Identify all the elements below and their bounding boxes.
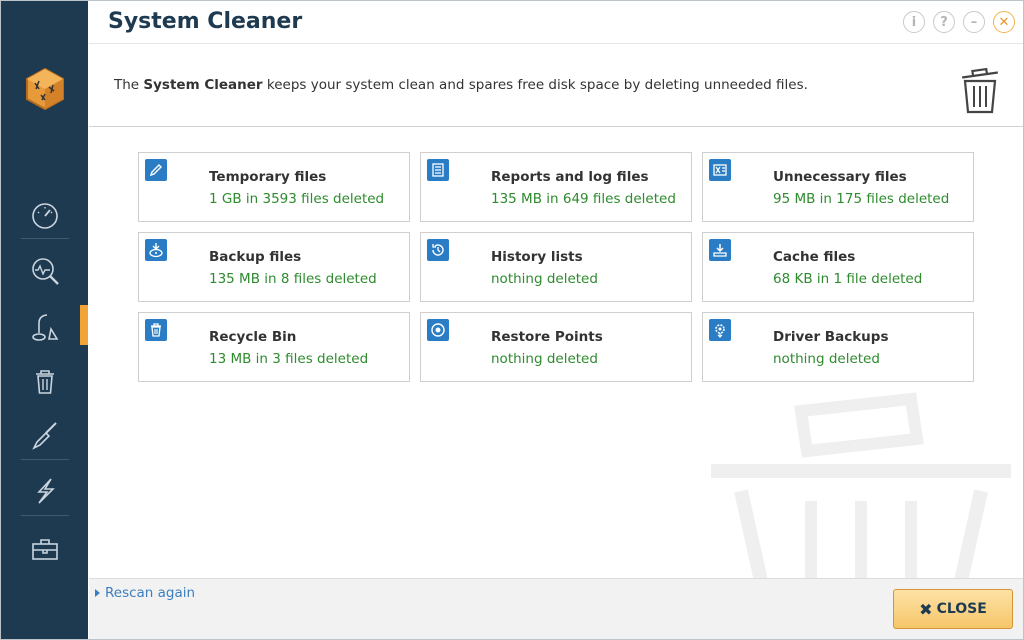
close-x-icon: ✖ bbox=[919, 599, 933, 619]
app-window: System Cleaner i ? – ✕ The System Cleane… bbox=[0, 0, 1024, 640]
excel-file-icon bbox=[709, 159, 731, 181]
sidebar-item-toolbox[interactable] bbox=[1, 523, 88, 575]
header-divider bbox=[89, 43, 1023, 44]
tile-status: nothing deleted bbox=[773, 351, 880, 367]
chevron-right-icon bbox=[95, 589, 100, 597]
analyze-icon bbox=[31, 258, 59, 285]
tile-recycle-bin[interactable]: Recycle Bin 13 MB in 3 files deleted bbox=[138, 312, 410, 382]
tile-status: 1 GB in 3593 files deleted bbox=[209, 191, 385, 207]
dashboard-icon bbox=[31, 203, 58, 229]
page-description: The System Cleaner keeps your system cle… bbox=[114, 77, 808, 93]
app-logo-icon bbox=[26, 67, 64, 111]
help-icon[interactable]: ? bbox=[933, 11, 955, 33]
rescan-link[interactable]: Rescan again bbox=[95, 585, 195, 601]
trash-header-icon bbox=[962, 67, 998, 114]
description-suffix: keeps your system clean and spares free … bbox=[262, 77, 808, 93]
tile-restore-points[interactable]: Restore Points nothing deleted bbox=[420, 312, 692, 382]
tile-unnecessary-files[interactable]: Unnecessary files 95 MB in 175 files del… bbox=[702, 152, 974, 222]
sidebar-item-tools[interactable] bbox=[1, 409, 88, 461]
tile-title: Unnecessary files bbox=[773, 169, 907, 185]
tile-status: nothing deleted bbox=[491, 351, 598, 367]
close-icon[interactable]: ✕ bbox=[993, 11, 1015, 33]
recycle-bin-icon bbox=[145, 319, 167, 341]
title-controls: i ? – ✕ bbox=[903, 11, 1015, 33]
description-divider bbox=[89, 126, 1023, 127]
sidebar-item-cleaner[interactable] bbox=[1, 301, 88, 353]
tile-status: nothing deleted bbox=[491, 271, 598, 287]
sidebar-item-analyze[interactable] bbox=[1, 245, 88, 297]
tile-cache-files[interactable]: Cache files 68 KB in 1 file deleted bbox=[702, 232, 974, 302]
tile-status: 135 MB in 649 files deleted bbox=[491, 191, 676, 207]
info-icon[interactable]: i bbox=[903, 11, 925, 33]
tile-status: 68 KB in 1 file deleted bbox=[773, 271, 923, 287]
sidebar-item-performance[interactable] bbox=[1, 465, 88, 517]
close-button[interactable]: ✖ CLOSE bbox=[893, 589, 1013, 629]
screwdriver-icon bbox=[31, 422, 57, 450]
footer bbox=[89, 578, 1023, 639]
tile-title: Backup files bbox=[209, 249, 302, 265]
vacuum-cleaner-icon bbox=[31, 314, 58, 341]
tile-title: Cache files bbox=[773, 249, 856, 265]
pencil-icon bbox=[145, 159, 167, 181]
tile-status: 135 MB in 8 files deleted bbox=[209, 271, 377, 287]
download-icon bbox=[709, 239, 731, 261]
close-button-label: CLOSE bbox=[936, 601, 987, 617]
document-icon bbox=[427, 159, 449, 181]
tile-title: Reports and log files bbox=[491, 169, 649, 185]
description-prefix: The bbox=[114, 77, 144, 93]
trash-watermark-icon bbox=[711, 392, 1011, 581]
tile-title: Restore Points bbox=[491, 329, 603, 345]
disk-download-icon bbox=[145, 239, 167, 261]
rescan-label: Rescan again bbox=[105, 585, 196, 601]
sidebar bbox=[1, 1, 88, 639]
gear-download-icon bbox=[709, 319, 731, 341]
tile-temporary-files[interactable]: Temporary files 1 GB in 3593 files delet… bbox=[138, 152, 410, 222]
tile-backup-files[interactable]: Backup files 135 MB in 8 files deleted bbox=[138, 232, 410, 302]
tile-title: Driver Backups bbox=[773, 329, 889, 345]
toolbox-icon bbox=[31, 539, 58, 560]
tile-history-lists[interactable]: History lists nothing deleted bbox=[420, 232, 692, 302]
minimize-icon[interactable]: – bbox=[963, 11, 985, 33]
tile-title: History lists bbox=[491, 249, 583, 265]
description-bold: System Cleaner bbox=[143, 77, 263, 93]
tile-status: 95 MB in 175 files deleted bbox=[773, 191, 950, 207]
tile-title: Recycle Bin bbox=[209, 329, 297, 345]
tile-status: 13 MB in 3 files deleted bbox=[209, 351, 369, 367]
trash-icon bbox=[35, 370, 54, 394]
cleaner-tiles: Temporary files 1 GB in 3593 files delet… bbox=[138, 152, 974, 382]
sidebar-item-trash[interactable] bbox=[1, 355, 88, 407]
sidebar-item-dashboard[interactable] bbox=[1, 189, 88, 241]
tile-reports-log-files[interactable]: Reports and log files 135 MB in 649 file… bbox=[420, 152, 692, 222]
restore-point-icon bbox=[427, 319, 449, 341]
tile-title: Temporary files bbox=[209, 169, 327, 185]
page-title: System Cleaner bbox=[108, 9, 303, 34]
lightning-icon bbox=[36, 478, 55, 504]
history-icon bbox=[427, 239, 449, 261]
tile-driver-backups[interactable]: Driver Backups nothing deleted bbox=[702, 312, 974, 382]
